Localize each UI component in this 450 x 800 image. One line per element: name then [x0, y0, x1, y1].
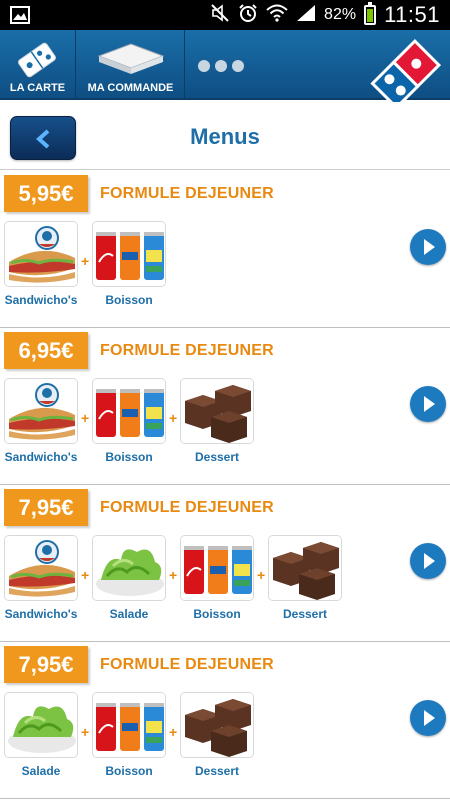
select-formula-button[interactable]: [410, 543, 446, 579]
formula-title: FORMULE DEJEUNER: [100, 185, 274, 202]
silent-mode-icon: [210, 3, 230, 28]
tab-la-carte-label: LA CARTE: [9, 82, 66, 94]
sandwich-image: [4, 378, 78, 444]
price-tag: 5,95€: [4, 175, 88, 212]
formula-item-label: Boisson: [105, 764, 153, 778]
formula-item[interactable]: Dessert: [267, 535, 343, 621]
price-tag: 7,95€: [4, 646, 88, 683]
pizza-box-icon: [97, 42, 165, 83]
formula-item-label: Salade: [21, 764, 61, 778]
brownies-image: [180, 692, 254, 758]
formula-section[interactable]: 7,95€ FORMULE DEJEUNER Sandwicho's + Salade +…: [0, 485, 450, 642]
alarm-icon: [238, 3, 258, 28]
sandwich-image: [4, 221, 78, 287]
formula-item[interactable]: Salade: [91, 535, 167, 621]
select-formula-button[interactable]: [410, 700, 446, 736]
brownies-image: [180, 378, 254, 444]
plus-icon: +: [81, 567, 90, 583]
page-title: Menus: [190, 124, 260, 149]
formula-title: FORMULE DEJEUNER: [100, 656, 274, 673]
more-options-button[interactable]: [186, 30, 246, 100]
clock: 11:51: [384, 2, 440, 27]
formula-item-label: Sandwicho's: [4, 607, 78, 621]
price-tag: 7,95€: [4, 489, 88, 526]
plus-icon: +: [257, 567, 266, 583]
salad-image: [92, 535, 166, 601]
select-formula-button[interactable]: [410, 386, 446, 422]
drinks-image: [92, 221, 166, 287]
drinks-image: [92, 378, 166, 444]
tab-ma-commande-label: MA COMMANDE: [87, 82, 174, 94]
formula-item[interactable]: Boisson: [179, 535, 255, 621]
formula-item-label: Salade: [109, 607, 149, 621]
plus-icon: +: [169, 410, 178, 426]
play-arrow-icon: [424, 239, 435, 255]
formula-item-label: Dessert: [194, 450, 240, 464]
formula-item[interactable]: Dessert: [179, 692, 255, 778]
formula-item[interactable]: Boisson: [91, 378, 167, 464]
brownies-image: [268, 535, 342, 601]
dominos-logo: [368, 38, 442, 112]
domino-tile-icon: [14, 40, 60, 85]
formula-item[interactable]: Sandwicho's: [3, 221, 79, 307]
formula-item-label: Boisson: [105, 293, 153, 307]
menu-list: 5,95€ FORMULE DEJEUNER Sandwicho's + Boisson…: [0, 171, 450, 799]
formula-item-label: Dessert: [194, 764, 240, 778]
select-formula-button[interactable]: [410, 229, 446, 265]
play-arrow-icon: [424, 710, 435, 726]
sandwich-image: [4, 535, 78, 601]
formula-item[interactable]: Boisson: [91, 692, 167, 778]
formula-title: FORMULE DEJEUNER: [100, 342, 274, 359]
status-bar: 82% 11:51: [0, 0, 450, 30]
formula-section[interactable]: 6,95€ FORMULE DEJEUNER Sandwicho's + Boisson…: [0, 328, 450, 485]
formula-item-label: Sandwicho's: [4, 293, 78, 307]
formula-item[interactable]: Salade: [3, 692, 79, 778]
plus-icon: +: [81, 410, 90, 426]
battery-percentage: 82%: [324, 6, 357, 23]
formula-item-label: Dessert: [282, 607, 328, 621]
plus-icon: +: [169, 567, 178, 583]
formula-title: FORMULE DEJEUNER: [100, 499, 274, 516]
title-bar: Menus: [0, 102, 450, 170]
plus-icon: +: [169, 724, 178, 740]
plus-icon: +: [81, 253, 90, 269]
price-tag: 6,95€: [4, 332, 88, 369]
more-dots-icon: [198, 60, 244, 72]
formula-item-label: Sandwicho's: [4, 450, 78, 464]
signal-icon: [296, 4, 316, 27]
formula-section[interactable]: 7,95€ FORMULE DEJEUNER Salade + Boisson + Dess…: [0, 642, 450, 799]
gallery-notification-icon: [10, 6, 30, 29]
salad-image: [4, 692, 78, 758]
drinks-image: [180, 535, 254, 601]
formula-item[interactable]: Boisson: [91, 221, 167, 307]
wifi-icon: [266, 4, 288, 27]
tab-ma-commande[interactable]: MA COMMANDE: [77, 30, 185, 100]
formula-item-label: Boisson: [105, 450, 153, 464]
battery-icon: [364, 2, 377, 25]
play-arrow-icon: [424, 553, 435, 569]
top-navigation-bar: LA CARTE MA COMMANDE: [0, 30, 450, 110]
tab-la-carte[interactable]: LA CARTE: [0, 30, 76, 100]
formula-item-label: Boisson: [193, 607, 241, 621]
formula-item[interactable]: Sandwicho's: [3, 535, 79, 621]
formula-item[interactable]: Dessert: [179, 378, 255, 464]
formula-section[interactable]: 5,95€ FORMULE DEJEUNER Sandwicho's + Boisson: [0, 171, 450, 328]
play-arrow-icon: [424, 396, 435, 412]
drinks-image: [92, 692, 166, 758]
plus-icon: +: [81, 724, 90, 740]
formula-item[interactable]: Sandwicho's: [3, 378, 79, 464]
